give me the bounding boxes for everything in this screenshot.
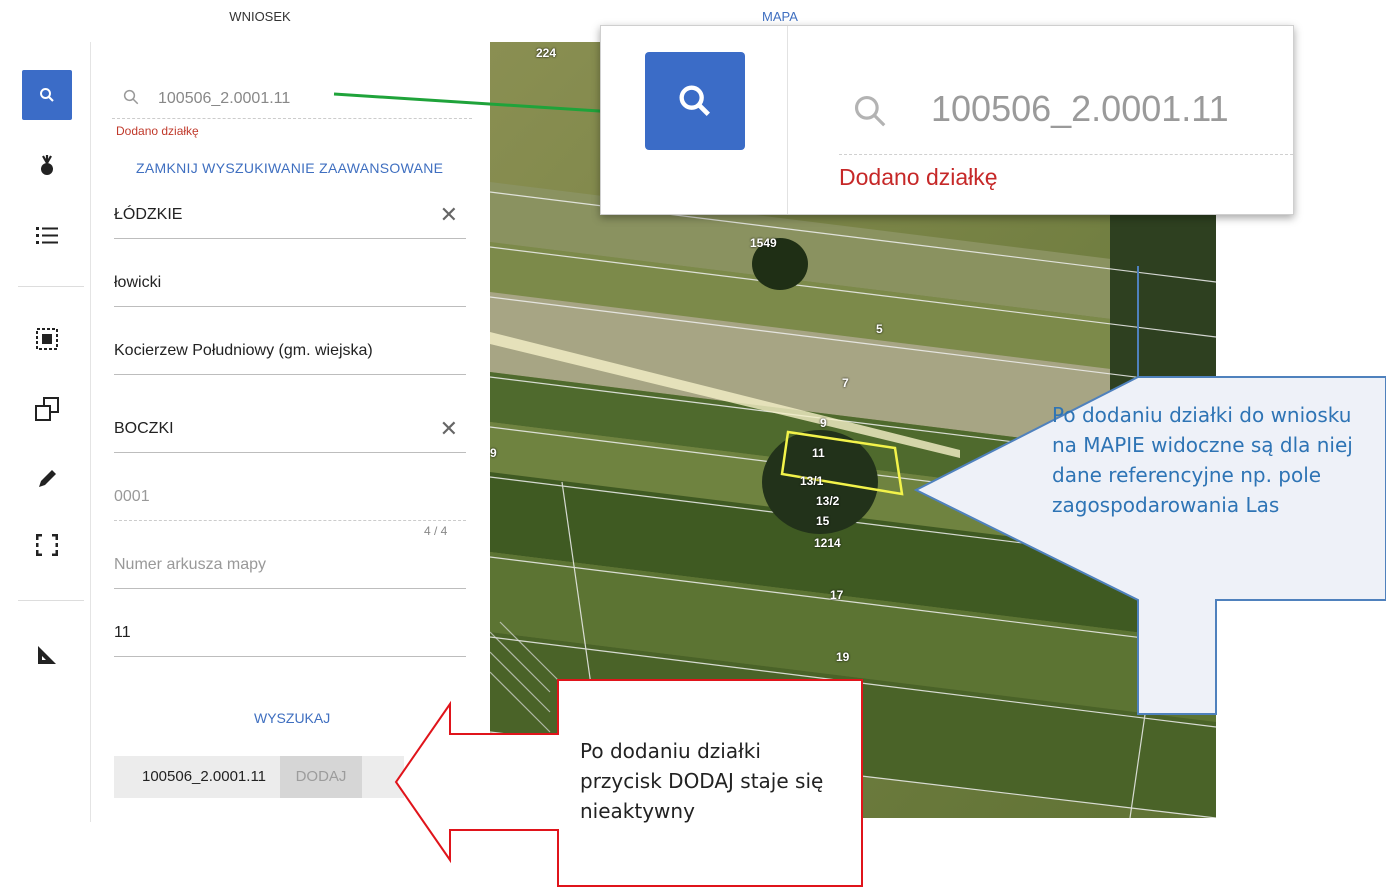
parcel-label: 15 [816,514,830,528]
search-result-row: 100506_2.0001.11 DODAJ [114,756,404,798]
gmina-field[interactable]: Kocierzew Południowy (gm. wiejska) [114,334,466,375]
pencil-icon [39,470,56,487]
search-status-message: Dodano działkę [116,124,199,138]
map-reference-note: Po dodaniu działki do wniosku na MAPIE w… [1052,403,1353,517]
obreb-number-field[interactable]: 0001 [114,480,466,521]
parcel-label: 13/1 [800,474,824,488]
parcel-label: 1549 [750,236,777,250]
wojewodztwo-value: ŁÓDZKIE [114,206,183,223]
map-sheet-placeholder: Numer arkusza mapy [114,556,267,573]
frame-icon [36,534,58,556]
parcel-label: 9 [490,446,497,460]
list-icon [36,227,58,244]
result-parcel-id: 100506_2.0001.11 [142,768,267,785]
frame-tool-button[interactable] [22,520,72,570]
edit-tool-button[interactable] [22,454,72,504]
parcel-label: 13/2 [816,494,840,508]
search-value: 100506_2.0001.11 [158,90,291,107]
parcel-label: 19 [836,650,850,664]
powiat-field[interactable]: łowicki [114,266,466,307]
parcel-label: 17 [830,588,844,602]
list-tool-button[interactable] [22,210,72,260]
parcel-label: 11 [812,446,825,460]
copy-shapes-tool-button[interactable] [22,384,72,434]
select-area-tool-button[interactable] [22,314,72,364]
zoom-callout: 100506_2.0001.11 Dodano działkę [600,25,1294,215]
search-icon [679,85,710,116]
parcel-number-field[interactable]: 11 [114,616,466,657]
close-advanced-search-link[interactable]: ZAMKNIJ WYSZUKIWANIE ZAAWANSOWANE [136,160,443,176]
search-icon [851,92,889,139]
measure-tool-button[interactable] [22,630,72,680]
obreb-number-placeholder: 0001 [114,488,150,505]
gmina-value: Kocierzew Południowy (gm. wiejska) [114,342,373,359]
parcel-label: 1214 [814,536,841,550]
search-icon [122,88,140,111]
parcel-number-value: 11 [114,624,131,641]
select-area-icon [36,328,58,350]
search-icon [40,88,54,102]
crop-icon [41,155,53,175]
parcel-label: 224 [536,46,557,60]
search-button[interactable]: WYSZUKAJ [254,710,330,726]
clear-obreb-icon[interactable]: ✕ [440,416,458,442]
obreb-field[interactable]: BOCZKI ✕ [114,412,466,453]
zoomed-search-value: 100506_2.0001.11 [931,88,1229,129]
parcel-label: 5 [876,322,883,336]
add-button-note: Po dodaniu działki przycisk DODAJ staje … [580,739,824,823]
map-sheet-field[interactable]: Numer arkusza mapy [114,548,466,589]
search-tool-button-zoomed [645,52,745,150]
ruler-icon [38,646,56,664]
crop-tool-button[interactable] [22,140,72,190]
parcel-label: 9 [820,416,827,430]
powiat-value: łowicki [114,274,162,291]
wojewodztwo-field[interactable]: ŁÓDZKIE ✕ [114,198,466,239]
clear-wojewodztwo-icon[interactable]: ✕ [440,202,458,228]
copy-shapes-icon [35,397,59,421]
zoomed-status-message: Dodano działkę [839,164,998,190]
obreb-value: BOCZKI [114,420,174,437]
parcel-label: 7 [842,376,849,390]
left-toolbar [0,42,91,822]
tab-wniosek[interactable]: WNIOSEK [0,0,520,42]
character-counter: 4 / 4 [424,524,448,538]
search-tool-button[interactable] [22,70,72,120]
add-button-disabled[interactable]: DODAJ [280,756,362,798]
